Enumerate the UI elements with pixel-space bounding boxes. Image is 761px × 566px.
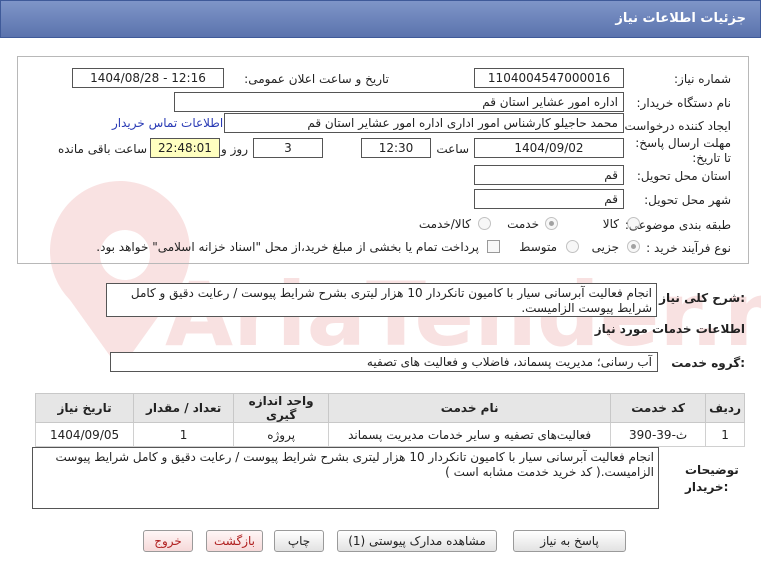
cell-row-number: 1 [705,422,745,447]
deadline-time-field[interactable]: 12:30 [361,138,431,158]
col-header-date: تاریخ نیاز [34,393,135,423]
deadline-time-label: ساعت [436,142,469,156]
cell-service-name: فعالیت‌های تصفیه و سایر خدمات مدیریت پسم… [328,422,612,447]
col-header-name: نام خدمت [328,393,612,423]
service-group-label: گروه خدمت: [671,356,745,370]
process-radio-small[interactable] [627,240,640,253]
cell-need-date: 1404/09/05 [34,422,135,447]
back-button[interactable]: بازگشت [206,530,263,552]
deadline-date-field[interactable]: 1404/09/02 [474,138,624,158]
category-option-goods-service: کالا/خدمت [418,217,471,231]
summary-textarea[interactable]: انجام فعالیت آبرسانی سیار با کامیون تانک… [106,283,657,317]
cell-quantity: 1 [133,422,235,447]
service-group-field[interactable]: آب رسانی؛ مدیریت پسماند، فاضلاب و فعالیت… [110,352,658,372]
province-field[interactable]: قم [474,165,624,185]
buyer-org-field[interactable]: اداره امور عشایر استان قم [174,92,624,112]
need-number-label: شماره نیاز: [674,72,731,86]
category-option-service: خدمت [507,217,539,231]
col-header-quantity: تعداد / مقدار [133,393,235,423]
province-label: استان محل تحویل: [636,169,731,183]
city-field[interactable]: قم [474,189,624,209]
print-button[interactable]: چاپ [274,530,324,552]
announce-date-field[interactable]: 1404/08/28 - 12:16 [72,68,224,88]
services-section-title: اطلاعات خدمات مورد نیاز [594,322,745,336]
buyer-notes-textarea[interactable]: انجام فعالیت آبرسانی سیار با کامیون تانک… [32,447,659,509]
treasury-payment-checkbox[interactable] [487,240,500,253]
col-header-row: ردیف [705,393,745,423]
process-radio-medium[interactable] [566,240,579,253]
category-label: طبقه بندی موضوعی: [624,218,731,232]
city-label: شهر محل تحویل: [644,193,731,207]
deadline-label: مهلت ارسال پاسخ: تا تاریخ: [635,136,731,165]
creator-field[interactable]: محمد حاجیلو کارشناس امور اداری اداره امو… [224,113,624,133]
treasury-payment-note: پرداخت تمام یا بخشی از مبلغ خرید،از محل … [96,240,479,254]
attachments-button[interactable]: مشاهده مدارک پیوستی (1) [337,530,497,552]
window-title: جزئیات اطلاعات نیاز [615,11,746,26]
col-header-unit: واحد اندازه گیری [233,393,330,423]
services-table: ردیف کد خدمت نام خدمت واحد اندازه گیری ت… [34,393,745,447]
buyer-contact-link[interactable]: اطلاعات تماس خریدار [112,116,223,130]
remaining-time-field[interactable]: 22:48:01 [150,138,220,158]
category-radio-goods-service[interactable] [478,217,491,230]
exit-button[interactable]: خروج [143,530,193,552]
category-option-goods: کالا [602,217,619,231]
announce-date-label: تاریخ و ساعت اعلان عمومی: [244,72,389,86]
cell-unit: پروژه [233,422,330,447]
category-radio-goods[interactable] [627,217,640,230]
summary-label: شرح کلی نیاز: [659,291,745,305]
remaining-time-label: ساعت باقی مانده [57,142,147,156]
col-header-code: کد خدمت [610,393,707,423]
category-radio-service[interactable] [545,217,558,230]
table-header-row: ردیف کد خدمت نام خدمت واحد اندازه گیری ت… [34,393,745,423]
creator-label: ایجاد کننده درخواست: [620,119,731,133]
window-titlebar: جزئیات اطلاعات نیاز [0,0,761,38]
table-row[interactable]: 1 ث-39-390 فعالیت‌های تصفیه و سایر خدمات… [34,422,745,447]
buyer-org-label: نام دستگاه خریدار: [636,96,732,110]
days-label: روز و [221,142,248,156]
days-field[interactable]: 3 [253,138,323,158]
process-option-small: جزیی [591,240,619,254]
process-option-medium: متوسط [519,240,557,254]
process-label: نوع فرآیند خرید : [646,241,731,255]
cell-service-code: ث-39-390 [610,422,707,447]
buyer-notes-label: توضیحات خریدار: [685,463,739,494]
need-number-field[interactable]: 1104004547000016 [474,68,624,88]
reply-button[interactable]: پاسخ به نیاز [513,530,626,552]
